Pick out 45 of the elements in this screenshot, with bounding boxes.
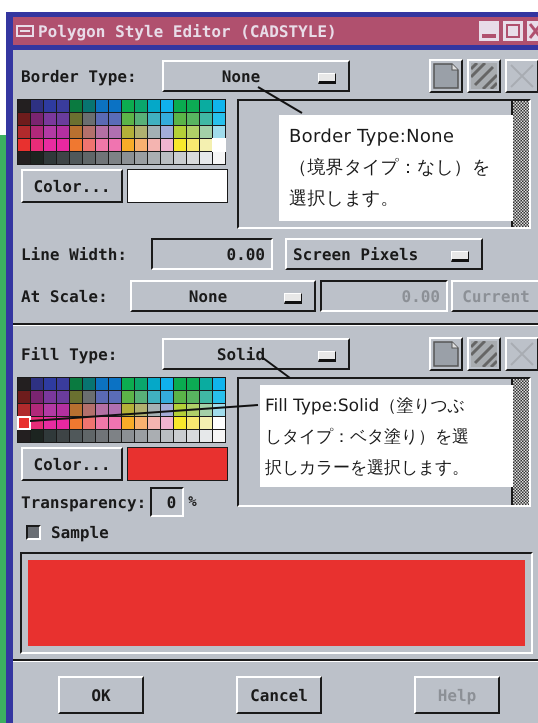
dropdown-indicator-icon <box>318 351 336 362</box>
at-scale-label: At Scale: <box>21 286 109 306</box>
minimize-icon[interactable] <box>479 21 499 41</box>
transparency-field[interactable]: 0 <box>150 487 184 517</box>
window-title: Polygon Style Editor (CADSTYLE) <box>38 22 338 40</box>
dialog-button[interactable]: Cancel <box>236 676 322 714</box>
leader-line <box>262 357 291 379</box>
pattern-list[interactable]: Fill Type:Solid（塗りつぶ しタイプ：ベタ塗り）を選 択しカラーを選択します。 <box>237 377 531 507</box>
annotation-text: Border Type:None <box>289 125 454 149</box>
annotation-text: しタイプ：ベタ塗り）を選 <box>265 426 469 449</box>
dialog-button[interactable]: OK <box>58 676 144 714</box>
type-dropdown[interactable]: Solid <box>162 338 350 370</box>
percent-label: % <box>188 494 197 510</box>
maximize-icon[interactable] <box>503 21 523 41</box>
annotation-text: Fill Type:Solid（塗りつぶ <box>265 395 464 418</box>
dropdown-indicator-icon <box>451 251 469 262</box>
color-button[interactable]: Color... <box>21 447 123 481</box>
color-button[interactable]: Color... <box>21 169 123 203</box>
scrollbar[interactable] <box>511 379 529 505</box>
scrollbar[interactable] <box>511 101 529 227</box>
window-menu-icon[interactable] <box>16 25 34 37</box>
annotation-text: 択しカラーを選択します。 <box>265 457 469 480</box>
units-dropdown[interactable]: Screen Pixels <box>285 238 483 270</box>
pattern-list[interactable]: Border Type:None （境界タイプ：なし）を 選択します。 <box>237 99 531 229</box>
page-icon-button[interactable] <box>429 337 463 371</box>
type-label: Fill Type: <box>21 344 118 364</box>
line-width-field[interactable]: 0.00 <box>151 238 273 270</box>
sample-checkbox[interactable] <box>26 525 41 540</box>
transparency-label: Transparency: <box>21 492 146 512</box>
scale-dropdown[interactable]: None <box>130 280 316 312</box>
hatch-pattern-icon-button[interactable] <box>467 337 501 371</box>
color-palette[interactable] <box>17 99 226 165</box>
dropdown-indicator-icon <box>318 73 336 84</box>
line-width-label: Line Width: <box>21 244 128 264</box>
type-label: Border Type: <box>21 66 138 86</box>
type-dropdown[interactable]: None <box>162 60 350 92</box>
color-palette[interactable] <box>17 377 226 443</box>
dropdown-indicator-icon <box>284 293 302 304</box>
annotation-text: 選択します。 <box>289 187 399 211</box>
sample-label: Sample <box>51 523 109 542</box>
close-icon[interactable] <box>527 21 538 41</box>
page-icon-button[interactable] <box>429 59 463 93</box>
annotation-text: （境界タイプ：なし）を <box>289 156 490 180</box>
hatch-pattern-icon-button[interactable] <box>467 59 501 93</box>
leader-line <box>257 86 303 114</box>
